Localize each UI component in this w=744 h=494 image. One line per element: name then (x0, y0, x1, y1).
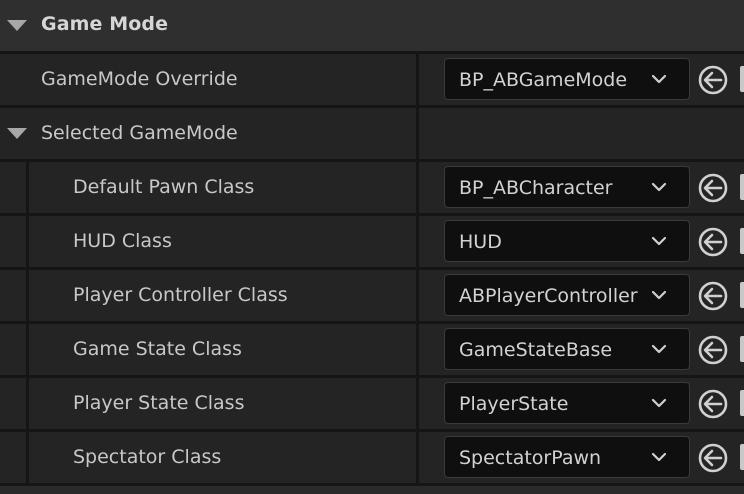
section-title: Game Mode (41, 13, 169, 35)
browse-icon[interactable] (740, 228, 744, 254)
property-row-spectator: Spectator Class SpectatorPawn (0, 432, 744, 483)
arrow-left-circle-icon[interactable] (697, 334, 729, 366)
chevron-down-icon (651, 236, 667, 246)
browse-icon[interactable] (740, 282, 744, 308)
dropdown-value: BP_ABCharacter (459, 177, 613, 199)
property-label: Spectator Class (73, 446, 222, 468)
browse-icon[interactable] (740, 66, 744, 92)
gamemode-override-row: GameMode Override BP_ABGameMode (0, 54, 744, 105)
property-label: Player State Class (73, 392, 245, 414)
player-controller-class-dropdown[interactable]: ABPlayerController (444, 274, 690, 316)
browse-icon[interactable] (740, 444, 744, 470)
panel-footer-strip (0, 486, 744, 494)
browse-icon[interactable] (740, 390, 744, 416)
game-state-class-dropdown[interactable]: GameStateBase (444, 328, 690, 370)
property-row-player-state: Player State Class PlayerState (0, 378, 744, 429)
property-label: Game State Class (73, 338, 242, 360)
column-splitter[interactable] (416, 54, 419, 486)
arrow-left-circle-icon[interactable] (697, 172, 729, 204)
property-row-hud: HUD Class HUD (0, 216, 744, 267)
gamemode-override-dropdown[interactable]: BP_ABGameMode (444, 58, 690, 100)
chevron-down-icon (651, 182, 667, 192)
hud-class-dropdown[interactable]: HUD (444, 220, 690, 262)
arrow-left-circle-icon[interactable] (697, 388, 729, 420)
property-row-player-controller: Player Controller Class ABPlayerControll… (0, 270, 744, 321)
property-label: GameMode Override (41, 68, 238, 90)
dropdown-value: ABPlayerController (459, 285, 638, 307)
selected-gamemode-header[interactable]: Selected GameMode (0, 108, 744, 159)
details-panel: Game Mode GameMode Override BP_ABGameMod… (0, 0, 744, 494)
chevron-down-icon (651, 74, 667, 84)
chevron-down-icon (651, 290, 667, 300)
property-label: HUD Class (73, 230, 172, 252)
dropdown-value: PlayerState (459, 393, 569, 415)
chevron-down-icon (651, 344, 667, 354)
arrow-left-circle-icon[interactable] (697, 226, 729, 258)
caret-down-icon[interactable] (7, 128, 27, 139)
arrow-left-circle-icon[interactable] (697, 442, 729, 474)
game-mode-section-header[interactable]: Game Mode (0, 0, 744, 51)
default-pawn-class-dropdown[interactable]: BP_ABCharacter (444, 166, 690, 208)
dropdown-value: HUD (459, 231, 502, 253)
dropdown-value: BP_ABGameMode (459, 69, 628, 91)
caret-down-icon[interactable] (7, 20, 27, 31)
property-row-game-state: Game State Class GameStateBase (0, 324, 744, 375)
property-label: Player Controller Class (73, 284, 288, 306)
subsection-label: Selected GameMode (41, 122, 238, 144)
property-label: Default Pawn Class (73, 176, 255, 198)
property-row-default-pawn: Default Pawn Class BP_ABCharacter (0, 162, 744, 213)
dropdown-value: SpectatorPawn (459, 447, 602, 469)
browse-icon[interactable] (740, 336, 744, 362)
player-state-class-dropdown[interactable]: PlayerState (444, 382, 690, 424)
spectator-class-dropdown[interactable]: SpectatorPawn (444, 436, 690, 478)
dropdown-value: GameStateBase (459, 339, 613, 361)
chevron-down-icon (651, 398, 667, 408)
arrow-left-circle-icon[interactable] (697, 64, 729, 96)
arrow-left-circle-icon[interactable] (697, 280, 729, 312)
chevron-down-icon (651, 452, 667, 462)
browse-icon[interactable] (740, 174, 744, 200)
